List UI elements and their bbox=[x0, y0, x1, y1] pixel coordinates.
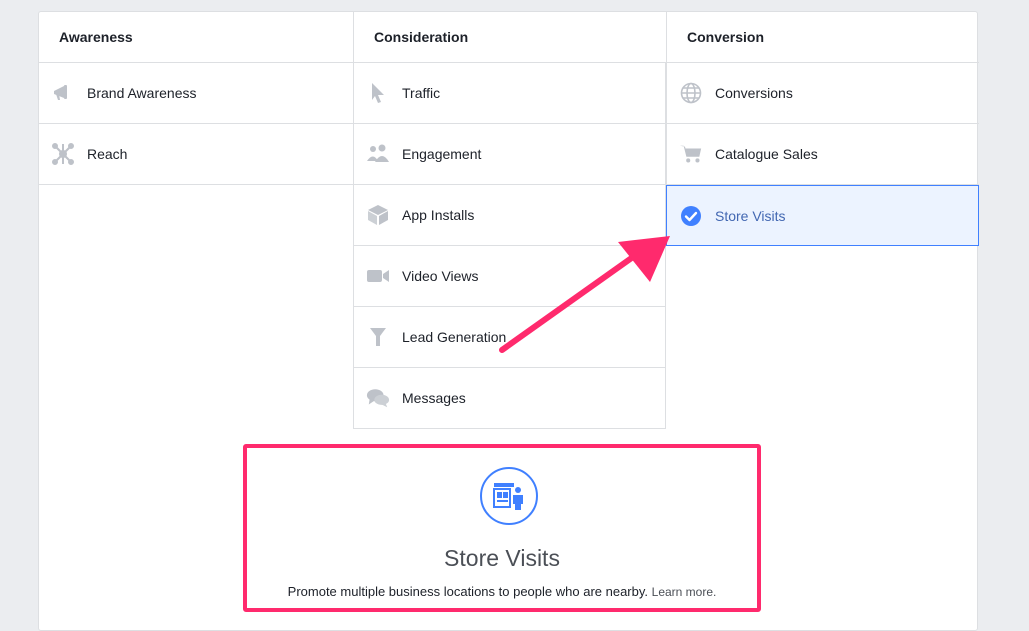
reach-icon bbox=[51, 142, 75, 166]
objective-brand-awareness[interactable]: Brand Awareness bbox=[39, 63, 353, 124]
objective-detail-title: Store Visits bbox=[444, 545, 560, 571]
objective-engagement[interactable]: Engagement bbox=[353, 124, 666, 185]
objective-catalogue-sales[interactable]: Catalogue Sales bbox=[666, 124, 979, 185]
objective-label: App Installs bbox=[402, 207, 475, 223]
objective-detail-description-text: Promote multiple business locations to p… bbox=[287, 584, 649, 599]
objective-label: Catalogue Sales bbox=[715, 146, 818, 162]
objective-label: Conversions bbox=[715, 85, 793, 101]
objective-label: Video Views bbox=[402, 268, 479, 284]
objective-detail-description: Promote multiple business locations to p… bbox=[247, 584, 757, 599]
objective-label: Traffic bbox=[402, 85, 441, 101]
objective-video-views[interactable]: Video Views bbox=[353, 246, 666, 307]
people-icon bbox=[366, 142, 390, 166]
chat-bubbles-icon bbox=[366, 386, 390, 410]
objective-store-visits[interactable]: Store Visits bbox=[666, 185, 979, 246]
objective-label: Reach bbox=[87, 146, 128, 162]
megaphone-icon bbox=[51, 81, 75, 105]
consideration-column: Consideration Traffic Engagement App Ins… bbox=[353, 12, 666, 429]
conversion-column: Conversion Conversions Catalogue Sales S… bbox=[666, 12, 979, 246]
objective-messages[interactable]: Messages bbox=[353, 368, 666, 429]
store-person-icon bbox=[480, 467, 538, 525]
objective-reach[interactable]: Reach bbox=[39, 124, 353, 185]
objective-conversions[interactable]: Conversions bbox=[666, 63, 979, 124]
column-header-consideration: Consideration bbox=[353, 12, 666, 63]
objective-lead-generation[interactable]: Lead Generation bbox=[353, 307, 666, 368]
globe-icon bbox=[679, 81, 703, 105]
learn-more-link[interactable]: Learn more. bbox=[652, 585, 717, 599]
funnel-icon bbox=[366, 325, 390, 349]
cursor-icon bbox=[366, 81, 390, 105]
objective-detail-callout: Store Visits Promote multiple business l… bbox=[243, 444, 761, 612]
check-circle-icon bbox=[679, 204, 703, 228]
video-camera-icon bbox=[366, 264, 390, 288]
objective-label: Lead Generation bbox=[402, 329, 507, 345]
objective-label: Brand Awareness bbox=[87, 85, 197, 101]
objective-label: Messages bbox=[402, 390, 466, 406]
column-header-conversion: Conversion bbox=[666, 12, 979, 63]
awareness-column: Awareness Brand Awareness Reach bbox=[39, 12, 353, 185]
objective-app-installs[interactable]: App Installs bbox=[353, 185, 666, 246]
cart-icon bbox=[679, 142, 703, 166]
objective-label: Engagement bbox=[402, 146, 482, 162]
box-icon bbox=[366, 203, 390, 227]
column-header-awareness: Awareness bbox=[39, 12, 353, 63]
objective-traffic[interactable]: Traffic bbox=[353, 63, 666, 124]
objective-label: Store Visits bbox=[715, 207, 786, 224]
